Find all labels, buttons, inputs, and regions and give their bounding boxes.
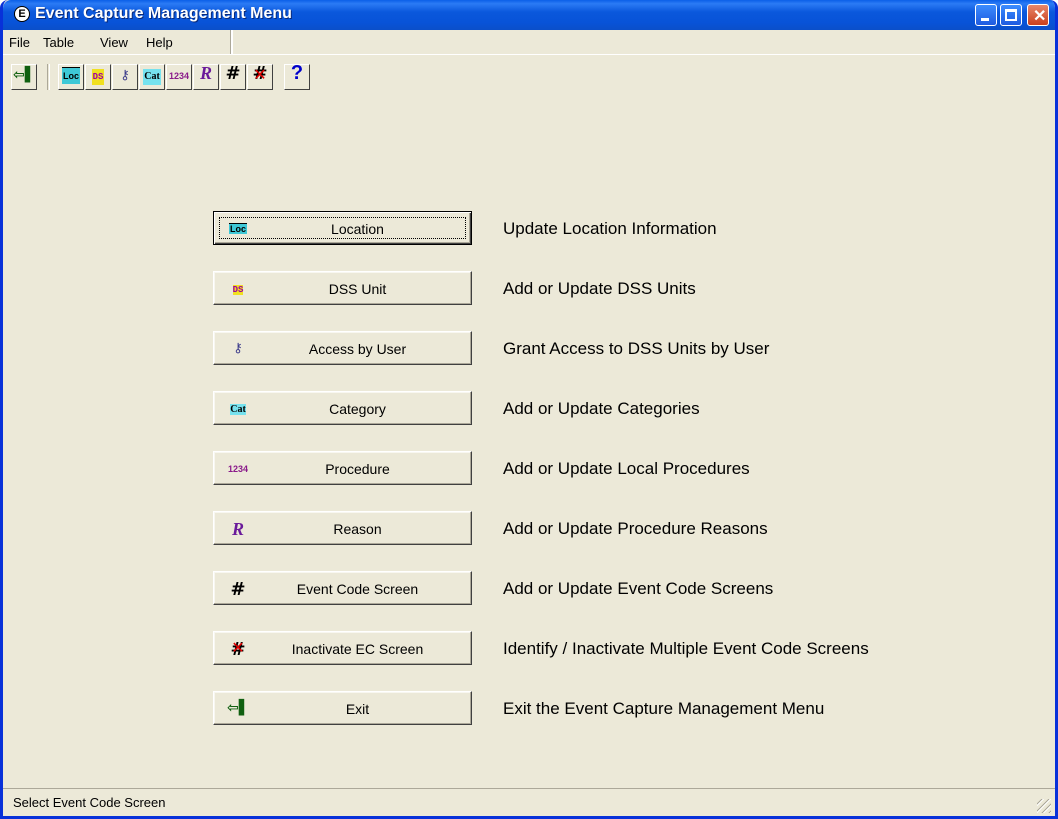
toolbar-procedure-button[interactable]: 1234: [166, 64, 192, 90]
minimize-icon: [981, 18, 989, 21]
access-by-user-description: Grant Access to DSS Units by User: [503, 339, 770, 358]
menu-view[interactable]: View: [100, 35, 128, 50]
loc-icon: Loc: [228, 223, 247, 234]
access-by-user-button-label: Access by User: [308, 341, 407, 357]
exit-button[interactable]: ⇦▌ Exit: [213, 691, 472, 725]
toolbar-location-button[interactable]: Loc: [58, 64, 84, 90]
menu-table[interactable]: Table: [43, 35, 74, 50]
dss-unit-description: Add or Update DSS Units: [503, 279, 696, 298]
close-button[interactable]: ✕: [1027, 4, 1049, 26]
status-bar: Select Event Code Screen: [3, 788, 1055, 816]
reason-description: Add or Update Procedure Reasons: [503, 519, 768, 538]
window-title: Event Capture Management Menu: [35, 5, 292, 22]
maximize-icon: [1005, 9, 1017, 21]
help-icon: ?: [290, 62, 304, 84]
inactivate-ec-screen-button[interactable]: # ✕ Inactivate EC Screen: [213, 631, 472, 665]
title-bar[interactable]: E Event Capture Management Menu ✕: [3, 0, 1055, 30]
dss-icon: DS: [232, 285, 244, 295]
procedure-description: Add or Update Local Procedures: [503, 459, 750, 478]
exit-button-label: Exit: [345, 701, 370, 717]
inactivate-ec-screen-description: Identify / Inactivate Multiple Event Cod…: [503, 639, 869, 658]
grid-icon: #: [230, 579, 246, 600]
reason-button[interactable]: R Reason: [213, 511, 472, 545]
procedure-button[interactable]: 1234 Procedure: [213, 451, 472, 485]
toolbar: ⇦▌ Loc DS ⚷ Cat 1234 R # # ✕ ?: [3, 56, 1055, 142]
event-code-screen-button[interactable]: # Event Code Screen: [213, 571, 472, 605]
inactivate-grid-icon: # ✕: [230, 638, 246, 660]
toolbar-dss-unit-button[interactable]: DS: [85, 64, 111, 90]
toolbar-category-button[interactable]: Cat: [139, 64, 165, 90]
toolbar-reason-button[interactable]: R: [193, 64, 219, 90]
status-text: Select Event Code Screen: [13, 795, 166, 810]
dss-icon: DS: [91, 69, 105, 85]
toolbar-separator: [47, 64, 50, 90]
category-button-label: Category: [329, 401, 386, 417]
exit-description: Exit the Event Capture Management Menu: [503, 699, 825, 718]
menu-bar: File Table View Help: [3, 30, 1055, 55]
grid-icon: #: [225, 63, 241, 84]
location-button[interactable]: Loc Location: [213, 211, 472, 245]
menu-help[interactable]: Help: [146, 35, 173, 50]
loc-icon: Loc: [61, 67, 80, 84]
procedure-button-label: Procedure: [325, 461, 390, 477]
app-icon[interactable]: E: [14, 6, 30, 22]
category-button[interactable]: Cat Category: [213, 391, 472, 425]
app-window: E Event Capture Management Menu ✕ File T…: [0, 0, 1058, 819]
minimize-button[interactable]: [975, 4, 997, 26]
toolbar-exit-button[interactable]: ⇦▌: [11, 64, 37, 90]
category-description: Add or Update Categories: [503, 399, 700, 418]
cat-icon: Cat: [230, 404, 246, 415]
exit-icon: ⇦▌: [227, 700, 250, 716]
close-icon: ✕: [1033, 8, 1047, 25]
reason-icon: R: [231, 519, 244, 539]
dss-unit-button-label: DSS Unit: [328, 281, 387, 297]
event-code-screen-button-label: Event Code Screen: [296, 581, 419, 597]
location-description: Update Location Information: [503, 219, 717, 238]
access-by-user-button[interactable]: ⚷ Access by User: [213, 331, 472, 365]
dss-unit-button[interactable]: DS DSS Unit: [213, 271, 472, 305]
menu-bar-divider: [230, 30, 233, 54]
toolbar-access-by-user-button[interactable]: ⚷: [112, 64, 138, 90]
exit-icon: ⇦▌: [13, 67, 36, 83]
toolbar-help-button[interactable]: ?: [284, 62, 310, 90]
menu-file[interactable]: File: [9, 35, 30, 50]
user-key-icon: ⚷: [233, 341, 243, 356]
maximize-button[interactable]: [1000, 4, 1022, 26]
toolbar-inactivate-ec-screen-button[interactable]: # ✕: [247, 64, 273, 90]
inactivate-grid-icon: # ✕: [252, 63, 268, 85]
procedure-icon: 1234: [168, 71, 190, 81]
reason-button-label: Reason: [333, 521, 382, 537]
reason-icon: R: [199, 63, 212, 83]
event-code-screen-description: Add or Update Event Code Screens: [503, 579, 774, 598]
cat-icon: Cat: [143, 69, 161, 85]
toolbar-event-code-screen-button[interactable]: #: [220, 64, 246, 90]
inactivate-ec-screen-button-label: Inactivate EC Screen: [291, 641, 424, 657]
resize-grip-icon[interactable]: [1037, 799, 1051, 813]
user-key-icon: ⚷: [120, 68, 130, 83]
procedure-icon: 1234: [227, 464, 249, 474]
location-button-label: Location: [331, 221, 384, 237]
